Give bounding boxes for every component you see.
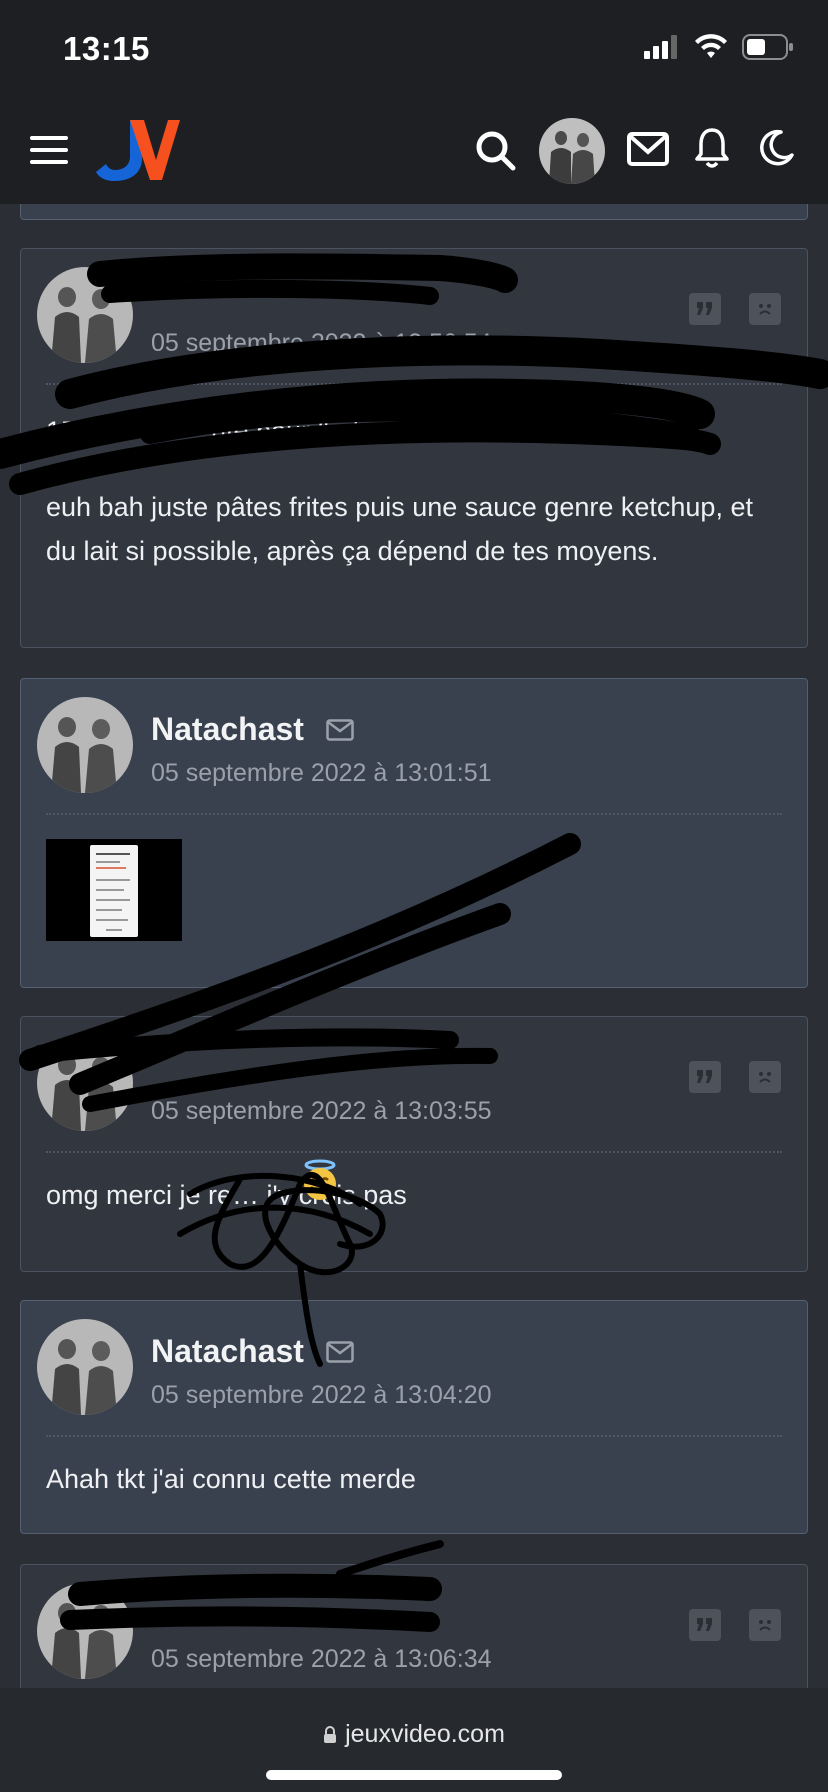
lock-icon: [324, 1726, 337, 1743]
user-avatar[interactable]: [539, 118, 605, 184]
post-date: 05 septembre 2022 à 12:56:54: [151, 329, 492, 357]
status-time: 13:15: [63, 30, 150, 67]
jv-logo[interactable]: [96, 118, 180, 182]
url-display[interactable]: jeuxvideo.com: [0, 1720, 828, 1749]
post-text: omg merci je re… j'y crois pas: [46, 1180, 407, 1210]
forum-post: 05 septembre 2022 à 13:03:55 omg merci j…: [20, 1016, 808, 1272]
quote-icon: [697, 302, 712, 315]
image-thumbnail[interactable]: [46, 839, 182, 941]
post-text: Ahah tkt j'ai connu cette merde: [46, 1464, 416, 1494]
avatar[interactable]: [37, 1035, 133, 1131]
forum-post: Natachast 05 septembre 2022 à 13:04:20 A…: [20, 1300, 808, 1534]
forum-post: 05 septembre 2022 à 13:06:34: [20, 1564, 808, 1688]
mail-icon[interactable]: [627, 132, 669, 166]
status-icons: [644, 34, 794, 60]
author-name[interactable]: Natachast: [151, 1333, 304, 1370]
post-date: 05 septembre 2022 à 13:01:51: [151, 759, 492, 787]
sad-face-icon: [759, 304, 771, 315]
post-separator: [46, 813, 782, 815]
post-separator: [46, 383, 782, 385]
screenshot-preview: [90, 845, 138, 937]
avatar[interactable]: [37, 267, 133, 363]
post-date: 05 septembre 2022 à 13:04:20: [151, 1381, 492, 1409]
angel-emoji-icon: [304, 1159, 336, 1200]
menu-icon[interactable]: [30, 136, 68, 164]
quote-icon: [697, 1618, 712, 1631]
post-date: 05 septembre 2022 à 13:03:55: [151, 1097, 492, 1125]
avatar[interactable]: [37, 1583, 133, 1679]
post-date: 05 septembre 2022 à 13:06:34: [151, 1645, 492, 1673]
avatar[interactable]: [37, 1319, 133, 1415]
moon-icon[interactable]: [757, 129, 795, 167]
author-row: Natachast: [151, 1333, 354, 1370]
cellular-signal-icon: [644, 35, 677, 59]
quote-button[interactable]: [689, 1061, 721, 1093]
forum-post: 05 septembre 2022 à 12:56:54 156 ute pour…: [20, 248, 808, 648]
wifi-icon: [695, 34, 727, 58]
post-separator: [46, 1151, 782, 1153]
bell-icon[interactable]: [694, 126, 730, 170]
forum-post: Natachast 05 septembre 2022 à 13:01:51: [20, 678, 808, 988]
browser-address-bar[interactable]: jeuxvideo.com: [0, 1688, 828, 1792]
report-button[interactable]: [749, 1609, 781, 1641]
sad-face-icon: [759, 1620, 771, 1631]
message-feed[interactable]: 05 septembre 2022 à 12:56:54 156 ute pour…: [0, 204, 828, 1688]
previous-post-edge: [20, 204, 808, 220]
quote-button[interactable]: [689, 1609, 721, 1641]
status-bar: 13:15: [0, 0, 828, 96]
url-text: jeuxvideo.com: [345, 1720, 505, 1748]
search-icon[interactable]: [475, 130, 517, 172]
author-name[interactable]: Natachast: [151, 711, 304, 748]
mail-icon[interactable]: [326, 718, 354, 741]
post-text: euh bah juste pâtes frites puis une sauc…: [46, 492, 753, 566]
post-text-partial: 156 ute pour l'adresse: [46, 416, 425, 446]
sad-face-icon: [759, 1072, 771, 1083]
report-button[interactable]: [749, 293, 781, 325]
avatar[interactable]: [37, 697, 133, 793]
home-indicator[interactable]: [266, 1770, 562, 1780]
quote-button[interactable]: [689, 293, 721, 325]
author-row: Natachast: [151, 711, 354, 748]
report-button[interactable]: [749, 1061, 781, 1093]
mail-icon[interactable]: [326, 1340, 354, 1363]
quote-icon: [697, 1070, 712, 1083]
top-nav: [0, 96, 828, 204]
post-separator: [46, 1435, 782, 1437]
battery-icon: [742, 34, 793, 60]
